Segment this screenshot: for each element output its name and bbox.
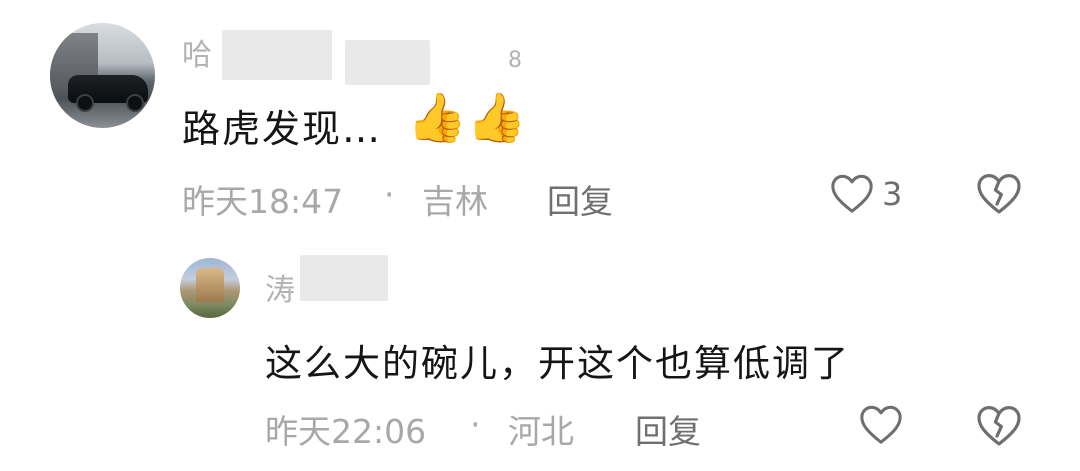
avatar-photo-wheel (126, 94, 144, 112)
username[interactable]: 涛 (265, 265, 296, 309)
avatar[interactable] (50, 23, 155, 128)
reply-button[interactable]: 回复 (635, 405, 701, 453)
username[interactable]: 哈 (182, 30, 213, 74)
username-redaction (300, 255, 388, 301)
comment-location: 河北 (508, 412, 574, 451)
broken-heart-icon[interactable] (975, 402, 1023, 448)
meta-separator: · (470, 405, 481, 444)
thumbs-up-emoji: 👍👍 (407, 90, 527, 146)
reply-button[interactable]: 回复 (547, 175, 613, 223)
comment-location: 吉林 (422, 182, 488, 221)
comment-time: 昨天18:47 (182, 182, 344, 221)
username-suffix: 8 (508, 48, 523, 73)
heart-icon[interactable] (858, 402, 904, 446)
avatar-photo-wheel (76, 94, 94, 112)
meta-separator: · (384, 175, 395, 214)
username-redaction (345, 40, 430, 85)
comment-text: 路虎发现… (182, 107, 383, 151)
username-redaction (222, 30, 332, 80)
avatar-photo-building (196, 268, 224, 302)
like-count: 3 (882, 175, 903, 213)
avatar[interactable] (180, 258, 240, 318)
heart-icon[interactable] (829, 171, 875, 215)
thumbs-up-emoji: 👍 (466, 90, 527, 146)
broken-heart-icon[interactable] (975, 170, 1023, 216)
comment-time: 昨天22:06 (265, 412, 427, 451)
comment-text: 这么大的碗儿，开这个也算低调了 (265, 342, 850, 385)
thumbs-up-emoji: 👍 (407, 90, 467, 146)
